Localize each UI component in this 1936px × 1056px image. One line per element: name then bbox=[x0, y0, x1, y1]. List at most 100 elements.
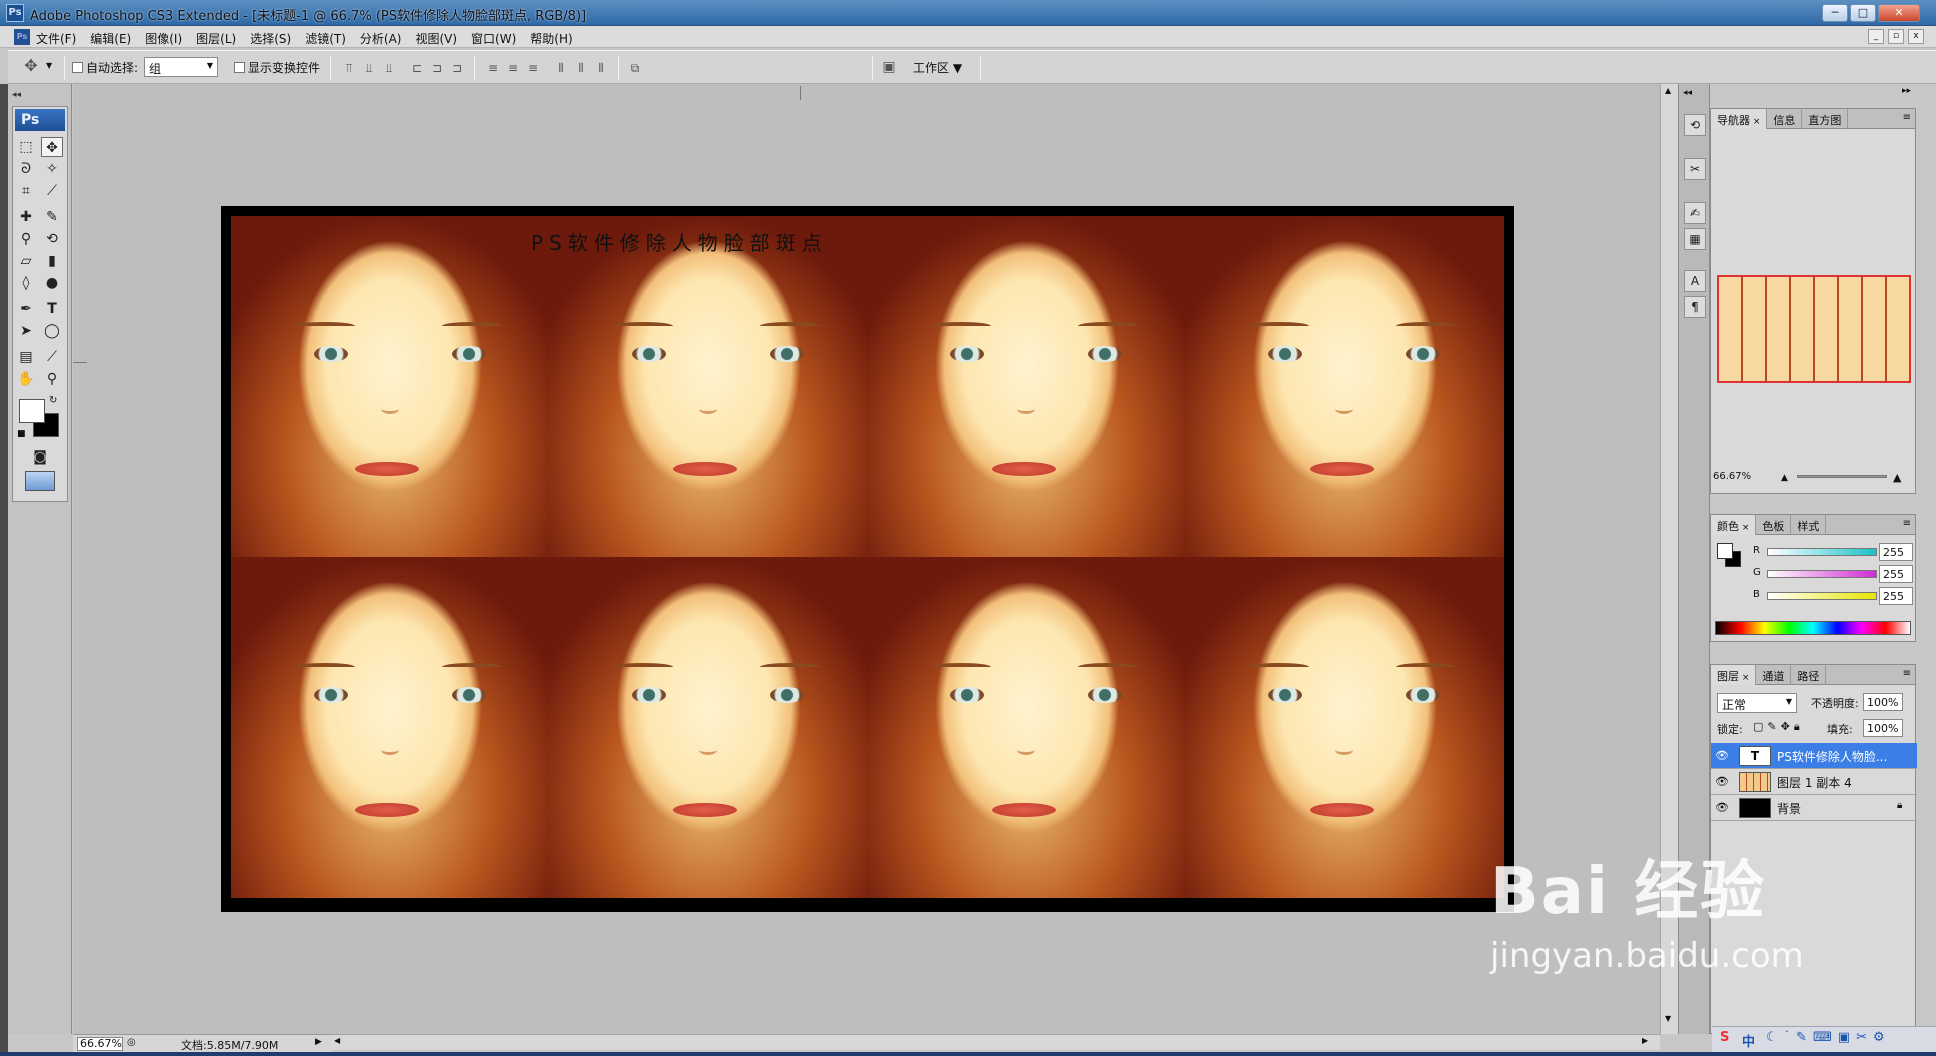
type-tool-icon[interactable]: T bbox=[41, 299, 63, 319]
path-selection-tool-icon[interactable]: ➤ bbox=[15, 321, 37, 341]
distribute-top-icon[interactable]: ≡ bbox=[486, 61, 500, 75]
document-canvas[interactable]: PS软件修除人物脸部斑点 bbox=[221, 206, 1514, 912]
scroll-up-icon[interactable]: ▲ bbox=[1665, 86, 1671, 95]
scroll-down-icon[interactable]: ▼ bbox=[1665, 1014, 1671, 1023]
status-info-icon[interactable]: ◎ bbox=[127, 1037, 136, 1048]
doc-restore-button[interactable]: ▫ bbox=[1888, 29, 1904, 44]
color-tab[interactable]: 色板 bbox=[1756, 515, 1792, 535]
bridge-icon[interactable]: ▣ bbox=[882, 60, 896, 74]
blur-tool-icon[interactable]: ◊ bbox=[15, 273, 37, 293]
distribute-hcenter-icon[interactable]: ⦀ bbox=[574, 61, 588, 75]
color-spectrum-bar[interactable] bbox=[1715, 621, 1911, 635]
layer-row[interactable]: 👁︎ 图层 1 副本 4 bbox=[1711, 769, 1917, 795]
align-right-icon[interactable]: ⊐ bbox=[450, 61, 464, 75]
history-panel-icon[interactable]: ⟲ bbox=[1684, 114, 1706, 136]
lasso-tool-icon[interactable]: ᘐ bbox=[15, 159, 37, 179]
panel-menu-icon[interactable]: ≡ bbox=[1899, 109, 1915, 128]
tab-close-icon[interactable]: × bbox=[1739, 673, 1750, 683]
navigator-thumbnail[interactable] bbox=[1717, 275, 1911, 383]
layers-tab[interactable]: 通道 bbox=[1756, 665, 1792, 685]
align-hcenter-icon[interactable]: ⊐ bbox=[430, 61, 444, 75]
menu-item[interactable]: 帮助(H) bbox=[530, 30, 572, 47]
ime-mode[interactable]: 中 bbox=[1742, 1031, 1755, 1050]
minimize-button[interactable]: ─ bbox=[1822, 4, 1848, 22]
notes-tool-icon[interactable]: ▤ bbox=[15, 347, 37, 367]
paragraph-panel-icon[interactable]: ¶ bbox=[1684, 296, 1706, 318]
zoom-out-icon[interactable]: ▲ bbox=[1781, 473, 1788, 483]
visibility-eye-icon[interactable]: 👁︎ bbox=[1715, 801, 1729, 814]
pen-tool-icon[interactable]: ✒ bbox=[15, 299, 37, 319]
eraser-tool-icon[interactable]: ▱ bbox=[15, 251, 37, 271]
scroll-right-icon[interactable]: ▶ bbox=[1642, 1036, 1648, 1045]
move-tool-icon[interactable]: ✥ bbox=[24, 58, 38, 74]
navigator-tab[interactable]: 导航器 × bbox=[1711, 109, 1768, 129]
navigator-zoom[interactable]: 66.67% bbox=[1713, 471, 1753, 487]
scroll-left-icon[interactable]: ◀ bbox=[334, 1036, 340, 1045]
show-transform-checkbox[interactable] bbox=[234, 62, 245, 73]
layer-name[interactable]: 背景 bbox=[1777, 800, 1801, 817]
channel-slider[interactable] bbox=[1767, 592, 1877, 600]
menu-item[interactable]: 窗口(W) bbox=[471, 30, 516, 47]
move-tool-icon[interactable]: ✥ bbox=[41, 137, 63, 157]
dodge-tool-icon[interactable]: ● bbox=[41, 273, 63, 293]
eyedropper-tool-icon[interactable]: ⟋ bbox=[41, 347, 63, 367]
auto-align-icon[interactable]: ⧉ bbox=[628, 61, 642, 75]
opacity-field[interactable]: 100% bbox=[1863, 693, 1903, 711]
align-left-icon[interactable]: ⊏ bbox=[410, 61, 424, 75]
hand-tool-icon[interactable]: ✋ bbox=[15, 369, 37, 389]
tab-close-icon[interactable]: × bbox=[1739, 523, 1750, 533]
clone-stamp-tool-icon[interactable]: ⚲ bbox=[15, 229, 37, 249]
fill-field[interactable]: 100% bbox=[1863, 719, 1903, 737]
panel-menu-icon[interactable]: ≡ bbox=[1899, 665, 1915, 684]
layer-name[interactable]: PS软件修除人物脸... bbox=[1777, 748, 1887, 765]
maximize-button[interactable]: □ bbox=[1850, 4, 1876, 22]
workspace-menu[interactable]: 工作区 ▼ bbox=[913, 59, 962, 76]
expand-panels-icon[interactable]: ◂◂ bbox=[1683, 88, 1692, 98]
default-colors-icon[interactable]: ■ bbox=[17, 429, 26, 439]
layer-comps-panel-icon[interactable]: ▦ bbox=[1684, 228, 1706, 250]
layer-name[interactable]: 图层 1 副本 4 bbox=[1777, 774, 1852, 791]
panel-menu-icon[interactable]: ≡ bbox=[1899, 515, 1915, 534]
distribute-left-icon[interactable]: ⦀ bbox=[554, 61, 568, 75]
layer-row[interactable]: 👁︎ T PS软件修除人物脸... bbox=[1711, 743, 1917, 769]
menu-item[interactable]: 文件(F) bbox=[36, 30, 76, 47]
slice-tool-icon[interactable]: ⟋ bbox=[41, 181, 63, 201]
menu-item[interactable]: 选择(S) bbox=[250, 30, 291, 47]
channel-value[interactable]: 255 bbox=[1879, 565, 1913, 583]
auto-select-dropdown[interactable]: 组 bbox=[144, 57, 218, 77]
menu-item[interactable]: 图像(I) bbox=[145, 30, 182, 47]
channel-slider[interactable] bbox=[1767, 570, 1877, 578]
tool-presets-panel-icon[interactable]: ✍ bbox=[1684, 202, 1706, 224]
sogou-icon[interactable]: S bbox=[1720, 1030, 1729, 1045]
navigator-tab[interactable]: 信息 bbox=[1767, 109, 1803, 129]
magic-wand-tool-icon[interactable]: ✧ bbox=[41, 159, 63, 179]
distribute-bottom-icon[interactable]: ≡ bbox=[526, 61, 540, 75]
lock-icons[interactable]: ▢✎✥🔒︎ bbox=[1753, 720, 1804, 734]
menu-item[interactable]: 滤镜(T) bbox=[305, 30, 346, 47]
horizontal-scrollbar[interactable]: ◀ ▶ bbox=[330, 1034, 1660, 1050]
menu-item[interactable]: 视图(V) bbox=[415, 30, 457, 47]
healing-brush-tool-icon[interactable]: ✚ bbox=[15, 207, 37, 227]
channel-value[interactable]: 255 bbox=[1879, 543, 1913, 561]
zoom-tool-icon[interactable]: ⚲ bbox=[41, 369, 63, 389]
dock-collapse-icon[interactable]: ▸▸ bbox=[1902, 86, 1911, 96]
tool-preset-dropdown[interactable]: ▼ bbox=[46, 61, 52, 70]
menu-item[interactable]: 编辑(E) bbox=[90, 30, 131, 47]
tab-close-icon[interactable]: × bbox=[1750, 117, 1761, 127]
color-tab[interactable]: 颜色 × bbox=[1711, 515, 1757, 535]
layers-tab[interactable]: 图层 × bbox=[1711, 665, 1757, 685]
layers-tab[interactable]: 路径 bbox=[1791, 665, 1827, 685]
navigator-zoom-slider[interactable] bbox=[1797, 475, 1887, 478]
actions-panel-icon[interactable]: ✂ bbox=[1684, 158, 1706, 180]
shape-tool-icon[interactable]: ◯ bbox=[41, 321, 63, 341]
distribute-right-icon[interactable]: ⦀ bbox=[594, 61, 608, 75]
close-button[interactable]: ✕ bbox=[1878, 4, 1920, 22]
marquee-tool-icon[interactable]: ⬚ bbox=[15, 137, 37, 157]
ime-toolbar-icons[interactable]: ☾˙✎⌨▣✂⚙ bbox=[1766, 1030, 1891, 1045]
foreground-color-top[interactable] bbox=[19, 399, 45, 423]
swap-colors-icon[interactable]: ↻ bbox=[49, 395, 57, 406]
visibility-eye-icon[interactable]: 👁︎ bbox=[1715, 749, 1729, 762]
menu-item[interactable]: 分析(A) bbox=[360, 30, 402, 47]
color-tab[interactable]: 样式 bbox=[1791, 515, 1827, 535]
quick-mask-icon[interactable]: ◙ bbox=[29, 447, 51, 467]
